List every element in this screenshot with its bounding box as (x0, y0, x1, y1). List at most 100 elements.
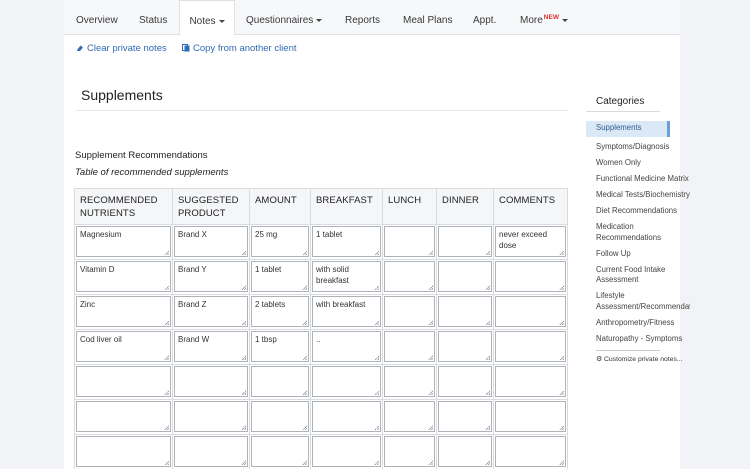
resize-handle-icon[interactable] (241, 390, 246, 395)
resize-handle-icon[interactable] (559, 285, 564, 290)
resize-handle-icon[interactable] (374, 460, 379, 465)
cell-textarea[interactable] (312, 401, 381, 432)
resize-handle-icon[interactable] (164, 285, 169, 290)
resize-handle-icon[interactable] (164, 355, 169, 360)
cell-textarea[interactable] (384, 366, 435, 397)
cell-textarea[interactable]: 1 tablet (251, 261, 309, 292)
tab-status[interactable]: Status (139, 0, 167, 35)
cell-textarea[interactable] (174, 366, 248, 397)
category-item[interactable]: Current Food Intake Assessment (586, 265, 690, 286)
resize-handle-icon[interactable] (559, 425, 564, 430)
resize-handle-icon[interactable] (302, 355, 307, 360)
resize-handle-icon[interactable] (241, 285, 246, 290)
cell-textarea[interactable] (76, 436, 171, 467)
cell-textarea[interactable] (384, 401, 435, 432)
copy-from-client-link[interactable]: Copy from another client (182, 43, 297, 54)
cell-textarea[interactable] (495, 401, 566, 432)
clear-private-notes-link[interactable]: Clear private notes (76, 43, 167, 54)
resize-handle-icon[interactable] (302, 320, 307, 325)
tab-meal-plans[interactable]: Meal Plans (403, 0, 452, 35)
cell-textarea[interactable] (438, 366, 492, 397)
tab-overview[interactable]: Overview (76, 0, 118, 35)
cell-textarea[interactable]: 1 tablet (312, 226, 381, 257)
resize-handle-icon[interactable] (428, 390, 433, 395)
resize-handle-icon[interactable] (485, 460, 490, 465)
resize-handle-icon[interactable] (428, 355, 433, 360)
resize-handle-icon[interactable] (302, 250, 307, 255)
cell-textarea[interactable]: Brand Y (174, 261, 248, 292)
category-item[interactable]: Functional Medicine Matrix (586, 174, 690, 185)
resize-handle-icon[interactable] (485, 355, 490, 360)
category-item[interactable]: Supplements (586, 121, 670, 137)
cell-textarea[interactable]: Brand X (174, 226, 248, 257)
cell-textarea[interactable] (384, 296, 435, 327)
resize-handle-icon[interactable] (428, 285, 433, 290)
resize-handle-icon[interactable] (241, 425, 246, 430)
cell-textarea[interactable]: 2 tablets (251, 296, 309, 327)
cell-textarea[interactable] (438, 296, 492, 327)
resize-handle-icon[interactable] (241, 355, 246, 360)
resize-handle-icon[interactable] (485, 425, 490, 430)
resize-handle-icon[interactable] (164, 390, 169, 395)
resize-handle-icon[interactable] (302, 390, 307, 395)
cell-textarea[interactable] (438, 226, 492, 257)
customize-notes-link[interactable]: ⚙ Customize private notes... (586, 355, 686, 364)
cell-textarea[interactable] (174, 436, 248, 467)
cell-textarea[interactable]: never exceed dose (495, 226, 566, 257)
category-item[interactable]: Lifestyle Assessment/Recommendations (586, 291, 690, 312)
tab-questionnaires[interactable]: Questionnaires (246, 0, 323, 35)
resize-handle-icon[interactable] (374, 390, 379, 395)
resize-handle-icon[interactable] (485, 320, 490, 325)
cell-textarea[interactable]: with breakfast (312, 296, 381, 327)
resize-handle-icon[interactable] (428, 320, 433, 325)
cell-textarea[interactable] (495, 296, 566, 327)
cell-textarea[interactable] (495, 331, 566, 362)
resize-handle-icon[interactable] (374, 425, 379, 430)
cell-textarea[interactable] (312, 436, 381, 467)
cell-textarea[interactable] (251, 401, 309, 432)
cell-textarea[interactable]: .. (312, 331, 381, 362)
resize-handle-icon[interactable] (559, 460, 564, 465)
resize-handle-icon[interactable] (374, 320, 379, 325)
category-item[interactable]: Medical Tests/Biochemistry (586, 190, 690, 201)
resize-handle-icon[interactable] (241, 250, 246, 255)
cell-textarea[interactable] (384, 436, 435, 467)
category-item[interactable]: Anthropometry/Fitness (586, 318, 690, 329)
resize-handle-icon[interactable] (302, 460, 307, 465)
resize-handle-icon[interactable] (164, 320, 169, 325)
category-item[interactable]: Diet Recommendations (586, 206, 690, 217)
cell-textarea[interactable]: 1 tbsp (251, 331, 309, 362)
cell-textarea[interactable]: with solid breakfast (312, 261, 381, 292)
cell-textarea[interactable] (384, 226, 435, 257)
cell-textarea[interactable] (438, 401, 492, 432)
resize-handle-icon[interactable] (485, 390, 490, 395)
category-item[interactable]: Follow Up (586, 249, 690, 260)
category-item[interactable]: Women Only (586, 158, 690, 169)
cell-textarea[interactable]: Brand Z (174, 296, 248, 327)
cell-textarea[interactable] (438, 436, 492, 467)
resize-handle-icon[interactable] (428, 425, 433, 430)
cell-textarea[interactable] (76, 366, 171, 397)
cell-textarea[interactable] (251, 366, 309, 397)
resize-handle-icon[interactable] (559, 250, 564, 255)
tab-more[interactable]: MoreNEW (520, 0, 568, 35)
tab-appt[interactable]: Appt. (473, 0, 496, 35)
cell-textarea[interactable] (438, 261, 492, 292)
resize-handle-icon[interactable] (485, 250, 490, 255)
cell-textarea[interactable] (438, 331, 492, 362)
cell-textarea[interactable] (312, 366, 381, 397)
cell-textarea[interactable] (495, 366, 566, 397)
cell-textarea[interactable] (384, 331, 435, 362)
tab-notes[interactable]: Notes (179, 0, 235, 36)
tab-reports[interactable]: Reports (345, 0, 380, 35)
resize-handle-icon[interactable] (374, 250, 379, 255)
cell-textarea[interactable]: Brand W (174, 331, 248, 362)
resize-handle-icon[interactable] (302, 285, 307, 290)
resize-handle-icon[interactable] (428, 460, 433, 465)
cell-textarea[interactable] (495, 436, 566, 467)
category-item[interactable]: Medication Recommendations (586, 222, 690, 243)
resize-handle-icon[interactable] (428, 250, 433, 255)
cell-textarea[interactable] (251, 436, 309, 467)
category-item[interactable]: Symptoms/Diagnosis (586, 142, 690, 153)
resize-handle-icon[interactable] (164, 250, 169, 255)
